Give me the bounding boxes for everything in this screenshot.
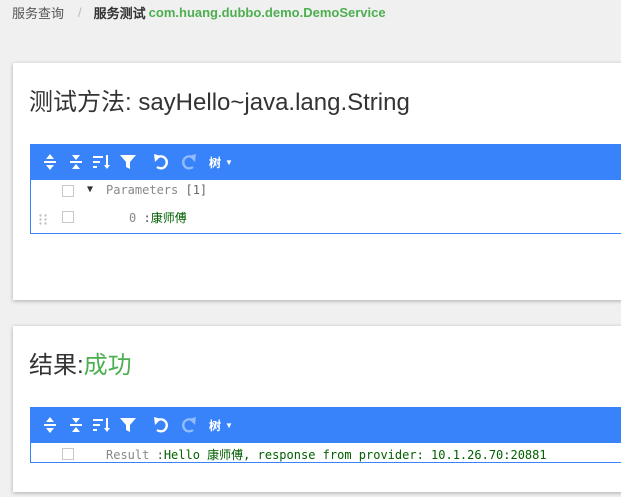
- collapse-all-button[interactable]: [63, 149, 89, 175]
- redo-icon: [182, 417, 196, 433]
- collapse-all-button[interactable]: [63, 412, 89, 438]
- result-json-editor: 树 ▼ Result :Hello 康师傅, response from pro…: [30, 407, 621, 463]
- item-field: 0 :康师傅: [129, 209, 187, 226]
- drag-handle-icon[interactable]: [39, 214, 47, 225]
- undo-button[interactable]: [149, 149, 175, 175]
- result-title: 结果:成功: [29, 345, 132, 380]
- result-value[interactable]: Hello 康师傅, response from provider: 10.1.…: [164, 448, 547, 462]
- redo-icon: [182, 154, 196, 170]
- context-menu-button[interactable]: [62, 185, 74, 197]
- mode-switch-button[interactable]: 树 ▼: [209, 412, 233, 438]
- sort-button[interactable]: [89, 149, 115, 175]
- chevron-down-icon: ▼: [225, 420, 233, 430]
- expand-triangle-icon[interactable]: ▼: [87, 184, 93, 195]
- filter-button[interactable]: [115, 149, 141, 175]
- expand-all-button[interactable]: [37, 412, 63, 438]
- item-index: 0: [129, 211, 137, 225]
- sort-icon: [93, 418, 110, 432]
- mode-label: 树: [209, 418, 222, 433]
- sort-button[interactable]: [89, 412, 115, 438]
- root-field-count: [1]: [185, 183, 208, 197]
- chevron-down-icon: ▼: [225, 157, 233, 167]
- tree-row-root: ▼ Parameters [1]: [31, 180, 621, 206]
- item-value[interactable]: 康师傅: [151, 211, 187, 225]
- root-field-name: Parameters: [106, 183, 179, 197]
- breadcrumb-separator: /: [78, 4, 82, 20]
- filter-button[interactable]: [115, 412, 141, 438]
- editor-toolbar: 树 ▼: [31, 407, 621, 443]
- test-method-card: 测试方法: sayHello~java.lang.String 树 ▼ ▼ Pa…: [13, 63, 621, 300]
- breadcrumb-service-name: com.huang.dubbo.demo.DemoService: [148, 4, 386, 20]
- tree-row-item: 0 :康师傅: [31, 206, 621, 232]
- undo-icon: [154, 417, 168, 433]
- params-json-editor: 树 ▼ ▼ Parameters [1] 0:康师傅: [30, 144, 621, 234]
- mode-label: 树: [209, 155, 222, 170]
- result-field-name: Result: [106, 448, 150, 462]
- context-menu-button[interactable]: [62, 448, 74, 460]
- undo-button[interactable]: [149, 412, 175, 438]
- expand-all-icon: [44, 154, 56, 170]
- result-separator: :: [156, 448, 164, 462]
- mode-switch-button[interactable]: 树 ▼: [209, 149, 233, 175]
- undo-icon: [154, 154, 168, 170]
- expand-all-icon: [44, 417, 56, 433]
- collapse-all-icon: [70, 155, 82, 169]
- breadcrumb: 服务查询 / 服务测试 com.huang.dubbo.demo.DemoSer…: [12, 2, 386, 22]
- result-card: 结果:成功 树 ▼ Result:Hello 康师傅, response fr…: [13, 326, 621, 492]
- context-menu-button[interactable]: [62, 211, 74, 223]
- result-field: Result :Hello 康师傅, response from provide…: [106, 446, 547, 463]
- filter-icon: [120, 418, 136, 432]
- collapse-all-icon: [70, 418, 82, 432]
- redo-button[interactable]: [175, 149, 201, 175]
- sort-icon: [93, 155, 110, 169]
- editor-toolbar: 树 ▼: [31, 144, 621, 180]
- method-title: 测试方法: sayHello~java.lang.String: [29, 89, 410, 116]
- tree-row-result: Result :Hello 康师傅, response from provide…: [31, 443, 621, 469]
- redo-button[interactable]: [175, 412, 201, 438]
- breadcrumb-service-query-link[interactable]: 服务查询: [12, 3, 64, 22]
- expand-all-button[interactable]: [37, 149, 63, 175]
- result-title-prefix: 结果:: [29, 352, 84, 379]
- root-field: Parameters [1]: [106, 183, 207, 197]
- result-status: 成功: [83, 352, 132, 379]
- json-tree: Result :Hello 康师傅, response from provide…: [31, 443, 621, 469]
- breadcrumb-current: 服务测试: [93, 5, 146, 21]
- item-separator: :: [143, 211, 151, 225]
- filter-icon: [120, 155, 136, 169]
- json-tree: ▼ Parameters [1] 0 :康师傅: [31, 180, 621, 232]
